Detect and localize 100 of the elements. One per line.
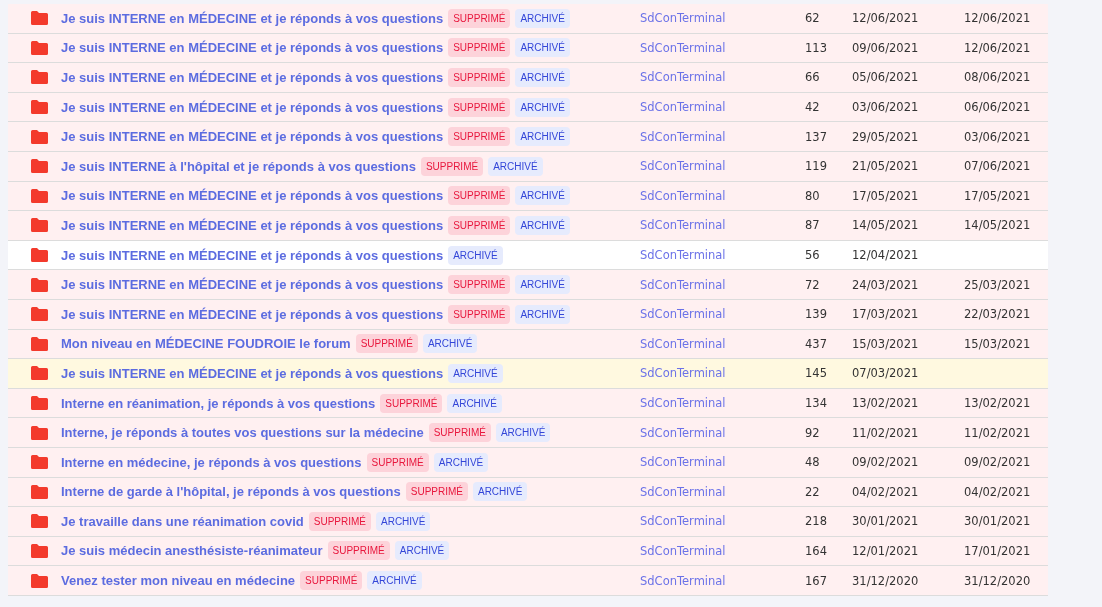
deleted-badge: SUPPRIMÉ [420,156,484,176]
topic-title-link[interactable]: Interne en médecine, je réponds à vos questions [61,454,362,470]
topic-row[interactable]: Je suis INTERNE en MÉDECINE et je réponds à vos questions SUPPRIMÉ ARCHIVÉ SdConTerminal 139 17/03/2021 22/03/2021 [8,299,1048,330]
last-date: 04/02/2021 [964,484,1031,499]
topic-row[interactable]: Interne de garde à l'hôpital, je réponds à vos questions SUPPRIMÉ ARCHIVÉ SdConTerminal 22 04/02/2021 04/02/2021 [8,477,1048,508]
topic-title-link[interactable]: Interne en réanimation, je réponds à vos questions [61,395,376,411]
folder-icon [31,307,48,322]
last-date: 11/02/2021 [964,425,1031,440]
topic-title-link[interactable]: Je suis INTERNE en MÉDECINE et je réponds à vos questions [61,217,444,233]
archived-badge: ARCHIVÉ [495,423,551,443]
deleted-badge: SUPPRIMÉ [448,127,511,147]
topic-row[interactable]: Je suis INTERNE à l'hôpital et je réponds à vos questions SUPPRIMÉ ARCHIVÉ SdConTerminal 119 21/05/2021 07/06/2021 [8,151,1048,182]
topic-title-link[interactable]: Je suis INTERNE en MÉDECINE et je réponds à vos questions [61,365,444,381]
created-date: 07/03/2021 [852,366,919,381]
author-link[interactable]: SdConTerminal [640,218,726,233]
reply-count: 113 [805,40,827,55]
last-date: 25/03/2021 [964,277,1031,292]
deleted-badge: SUPPRIMÉ [380,393,443,413]
author-link[interactable]: SdConTerminal [640,484,726,499]
topic-row[interactable]: Venez tester mon niveau en médecine SUPPRIMÉ ARCHIVÉ SdConTerminal 167 31/12/2020 31/12/2020 [8,566,1048,596]
topic-row[interactable]: Mon niveau en MÉDECINE FOUDROIE le forum SUPPRIMÉ ARCHIVÉ SdConTerminal 437 15/03/2021 15/03/2021 [8,329,1048,360]
deleted-badge: SUPPRIMÉ [448,275,511,295]
topic-title-link[interactable]: Je suis INTERNE en MÉDECINE et je réponds à vos questions [61,188,444,204]
folder-icon [31,396,48,410]
topic-row[interactable]: Interne en médecine, je réponds à vos questions SUPPRIMÉ ARCHIVÉ SdConTerminal 48 09/02/2021 09/02/2021 [8,447,1048,478]
topic-title-link[interactable]: Venez tester mon niveau en médecine [61,573,296,589]
author-link[interactable]: SdConTerminal [640,248,726,263]
topic-row[interactable]: Interne, je réponds à toutes vos questions sur la médecine SUPPRIMÉ ARCHIVÉ SdConTerminal 92 11/02/2021 11/02/2021 [8,418,1048,448]
topic-title-link[interactable]: Je suis INTERNE en MÉDECINE et je réponds à vos questions [61,247,444,263]
author-link[interactable]: SdConTerminal [640,573,726,588]
topic-title-link[interactable]: Je suis INTERNE en MÉDECINE et je réponds à vos questions [61,277,444,293]
archived-badge: ARCHIVÉ [515,215,570,235]
folder-icon [31,366,48,381]
topic-row[interactable]: Je suis INTERNE en MÉDECINE et je réponds à vos questions SUPPRIMÉ ARCHIVÉ SdConTerminal 62 12/06/2021 12/06/2021 [8,4,1048,34]
folder-icon [31,544,48,558]
folder-icon [31,100,48,115]
last-date: 07/06/2021 [964,159,1031,174]
topic-title-link[interactable]: Interne de garde à l'hôpital, je réponds à vos questions [61,484,401,500]
author-link[interactable]: SdConTerminal [640,425,726,440]
topic-row[interactable]: Je suis médecin anesthésiste-réanimateur SUPPRIMÉ ARCHIVÉ SdConTerminal 164 12/01/2021 17/01/2021 [8,536,1048,567]
topic-title-link[interactable]: Je suis INTERNE en MÉDECINE et je réponds à vos questions [61,40,444,56]
last-date: 08/06/2021 [964,70,1031,85]
author-link[interactable]: SdConTerminal [640,129,726,144]
deleted-badge: SUPPRIMÉ [448,8,511,28]
topic-title-link[interactable]: Je suis INTERNE en MÉDECINE et je réponds à vos questions [61,129,444,145]
topic-title-link[interactable]: Je suis INTERNE en MÉDECINE et je réponds à vos questions [61,99,444,115]
topic-title-link[interactable]: Je travaille dans une réanimation covid [61,513,304,529]
topic-row[interactable]: Je suis INTERNE en MÉDECINE et je réponds à vos questions SUPPRIMÉ ARCHIVÉ SdConTerminal 87 14/05/2021 14/05/2021 [8,211,1048,241]
last-date: 03/06/2021 [964,129,1031,144]
last-date: 06/06/2021 [964,100,1031,115]
reply-count: 87 [805,218,820,233]
author-link[interactable]: SdConTerminal [640,307,726,322]
topic-title-link[interactable]: Interne, je réponds à toutes vos questions sur la médecine [61,425,424,441]
last-date: 14/05/2021 [964,218,1031,233]
archived-badge: ARCHIVÉ [472,482,528,502]
folder-icon [31,455,48,470]
author-link[interactable]: SdConTerminal [640,544,726,558]
archived-badge: ARCHIVÉ [515,186,570,206]
topic-title-link[interactable]: Je suis INTERNE en MÉDECINE et je réponds à vos questions [61,306,444,322]
author-link[interactable]: SdConTerminal [640,277,726,292]
topic-row[interactable]: Je suis INTERNE en MÉDECINE et je réponds à vos questions SUPPRIMÉ ARCHIVÉ SdConTerminal 113 09/06/2021 12/06/2021 [8,33,1048,64]
folder-icon [31,70,48,85]
author-link[interactable]: SdConTerminal [640,336,726,351]
deleted-badge: SUPPRIMÉ [448,186,511,206]
archived-badge: ARCHIVÉ [433,452,489,472]
author-link[interactable]: SdConTerminal [640,11,726,26]
folder-icon [31,11,48,26]
reply-count: 92 [805,425,820,440]
topic-title-link[interactable]: Je suis INTERNE en MÉDECINE et je réponds à vos questions [61,70,444,85]
author-link[interactable]: SdConTerminal [640,396,726,410]
topic-row[interactable]: Je travaille dans une réanimation covid SUPPRIMÉ ARCHIVÉ SdConTerminal 218 30/01/2021 30/01/2021 [8,507,1048,537]
author-link[interactable]: SdConTerminal [640,100,726,115]
created-date: 12/01/2021 [852,544,919,558]
reply-count: 437 [805,336,827,351]
topic-row[interactable]: Je suis INTERNE en MÉDECINE et je réponds à vos questions SUPPRIMÉ ARCHIVÉ SdConTerminal 72 24/03/2021 25/03/2021 [8,270,1048,300]
topic-row[interactable]: Je suis INTERNE en MÉDECINE et je réponds à vos questions ARCHIVÉ SdConTerminal 145 07/03/2021 [8,359,1048,389]
topic-title-link[interactable]: Mon niveau en MÉDECINE FOUDROIE le forum [61,336,351,352]
reply-count: 56 [805,248,820,263]
topic-row[interactable]: Je suis INTERNE en MÉDECINE et je réponds à vos questions SUPPRIMÉ ARCHIVÉ SdConTerminal 137 29/05/2021 03/06/2021 [8,122,1048,152]
topic-title-link[interactable]: Je suis INTERNE à l'hôpital et je réponds à vos questions [61,158,416,174]
created-date: 09/06/2021 [852,40,919,55]
topic-row[interactable]: Je suis INTERNE en MÉDECINE et je réponds à vos questions SUPPRIMÉ ARCHIVÉ SdConTerminal 66 05/06/2021 08/06/2021 [8,63,1048,93]
author-link[interactable]: SdConTerminal [640,70,726,85]
reply-count: 72 [805,277,820,292]
author-link[interactable]: SdConTerminal [640,188,726,203]
deleted-badge: SUPPRIMÉ [448,68,511,87]
topic-row[interactable]: Interne en réanimation, je réponds à vos questions SUPPRIMÉ ARCHIVÉ SdConTerminal 134 13/02/2021 13/02/2021 [8,388,1048,419]
topic-row[interactable]: Je suis INTERNE en MÉDECINE et je réponds à vos questions SUPPRIMÉ ARCHIVÉ SdConTerminal 42 03/06/2021 06/06/2021 [8,92,1048,123]
author-link[interactable]: SdConTerminal [640,514,726,529]
topic-row[interactable]: Je suis INTERNE en MÉDECINE et je réponds à vos questions SUPPRIMÉ ARCHIVÉ SdConTerminal 80 17/05/2021 17/05/2021 [8,181,1048,212]
last-date: 22/03/2021 [964,307,1031,322]
author-link[interactable]: SdConTerminal [640,40,726,55]
author-link[interactable]: SdConTerminal [640,366,726,381]
folder-icon [31,514,48,529]
topic-title-link[interactable]: Je suis INTERNE en MÉDECINE et je réponds à vos questions [61,10,444,26]
deleted-badge: SUPPRIMÉ [448,304,511,324]
author-link[interactable]: SdConTerminal [640,159,726,174]
topic-title-link[interactable]: Je suis médecin anesthésiste-réanimateur [61,543,323,559]
author-link[interactable]: SdConTerminal [640,455,726,470]
reply-count: 48 [805,455,820,470]
